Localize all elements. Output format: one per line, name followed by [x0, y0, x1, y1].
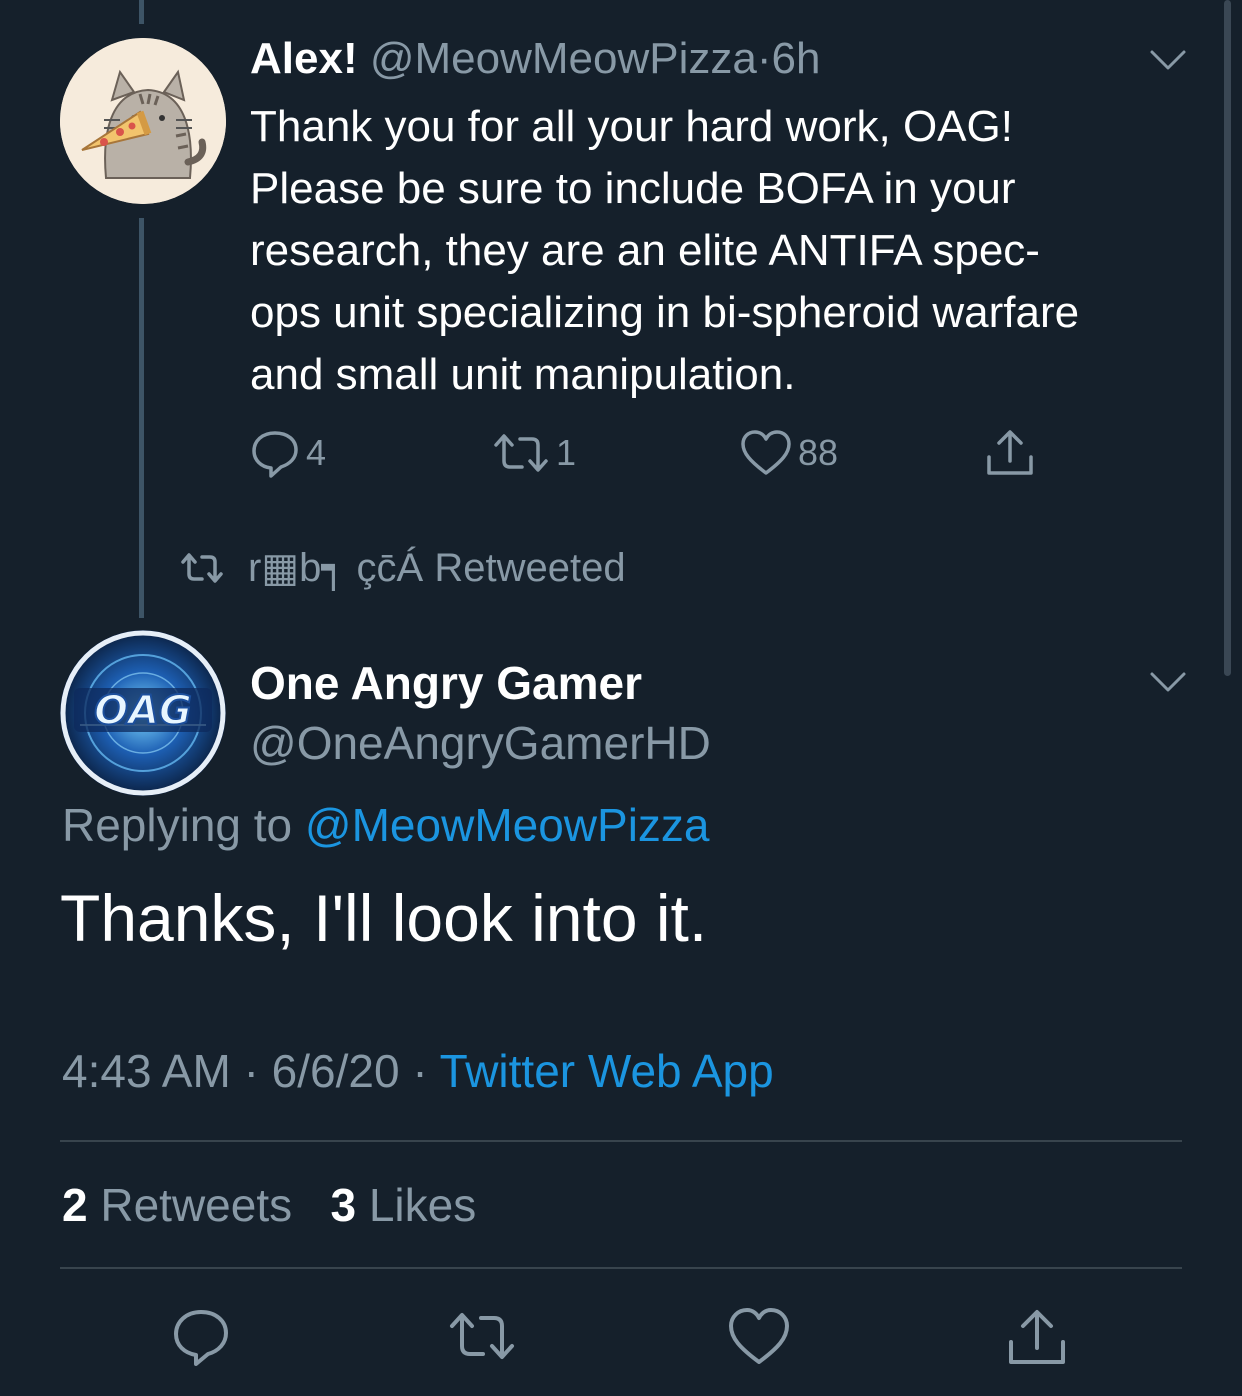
- display-name[interactable]: Alex!: [250, 34, 358, 83]
- reply-icon: [252, 431, 298, 478]
- likes-label: Likes: [368, 1179, 477, 1231]
- tweet-time[interactable]: 4:43 AM: [62, 1045, 231, 1097]
- retweet-small-icon: [181, 553, 223, 583]
- tweet-text-line: ops unit specializing in bi-spheroid war…: [250, 288, 1080, 337]
- retweet-icon: [494, 434, 548, 472]
- tweet-date[interactable]: 6/6/20: [272, 1045, 400, 1097]
- heart-icon[interactable]: [728, 1306, 790, 1368]
- reply-icon[interactable]: [170, 1306, 232, 1368]
- replying-to: Replying to @MeowMeowPizza: [62, 798, 710, 852]
- tweet-text-line: research, they are an elite ANTIFA spec-: [250, 226, 1040, 275]
- retweet-icon[interactable]: [447, 1306, 517, 1368]
- retweets-label: Retweets: [100, 1179, 293, 1231]
- share-icon: [987, 430, 1033, 475]
- divider: [60, 1267, 1182, 1269]
- likes-stat[interactable]: 3 Likes: [330, 1179, 476, 1231]
- like-count: 88: [798, 432, 839, 473]
- oag-logo-avatar: OAG: [60, 630, 226, 796]
- tweet-stats: 2 Retweets 3 Likes: [62, 1178, 476, 1232]
- likes-count: 3: [330, 1179, 357, 1231]
- tweet-text-line: and small unit manipulation.: [250, 350, 796, 399]
- retweeted-label: Retweeted: [434, 545, 626, 590]
- timestamp[interactable]: 6h: [771, 34, 820, 83]
- reply-count: 4: [306, 432, 327, 473]
- tweet-text-line: Thank you for all your hard work, OAG!: [250, 102, 1013, 151]
- separator: ·: [412, 1045, 428, 1097]
- thread-line-top: [139, 0, 144, 24]
- avatar[interactable]: OAG: [60, 630, 226, 796]
- tweet-text: Thank you for all your hard work, OAG! P…: [250, 96, 1210, 406]
- retweet-action[interactable]: 1: [492, 426, 576, 480]
- tweet-meta: 4:43 AM · 6/6/20 · Twitter Web App: [62, 1044, 774, 1098]
- heart-icon: [741, 430, 791, 475]
- separator: ·: [756, 34, 772, 83]
- share-icon[interactable]: [1006, 1306, 1068, 1368]
- thread-line: [139, 218, 144, 618]
- retweet-count: 1: [556, 432, 577, 473]
- tweet-text: Thanks, I'll look into it.: [60, 881, 708, 955]
- divider: [60, 1140, 1182, 1142]
- chevron-down-icon[interactable]: [1149, 670, 1187, 694]
- retweets-count: 2: [62, 1179, 88, 1231]
- retweets-stat[interactable]: 2 Retweets: [62, 1179, 292, 1231]
- retweeter-name: r▦b┑ çc̄Á: [248, 546, 424, 590]
- pusheen-cat-pizza-avatar: [60, 38, 226, 204]
- like-action[interactable]: 88: [740, 426, 838, 480]
- tweet-text-line: Please be sure to include BOFA in your: [250, 164, 1016, 213]
- display-name[interactable]: One Angry Gamer: [250, 656, 642, 710]
- retweeted-context[interactable]: r▦b┑ çc̄Á Retweeted: [180, 543, 626, 593]
- avatar[interactable]: [60, 38, 226, 204]
- parent-tweet-header: Alex! @MeowMeowPizza·6h: [250, 34, 820, 84]
- handle[interactable]: @MeowMeowPizza: [370, 34, 757, 83]
- scrollbar[interactable]: [1224, 0, 1231, 676]
- separator: ·: [243, 1045, 259, 1097]
- tweet-source-link[interactable]: Twitter Web App: [440, 1045, 774, 1097]
- reply-action[interactable]: 4: [250, 426, 326, 480]
- handle[interactable]: @OneAngryGamerHD: [250, 716, 711, 770]
- replying-prefix: Replying to: [62, 799, 293, 851]
- chevron-down-icon[interactable]: [1149, 48, 1187, 72]
- share-action[interactable]: [984, 426, 1036, 480]
- replying-to-link[interactable]: @MeowMeowPizza: [305, 799, 710, 851]
- avatar-logo-text: OAG: [94, 688, 192, 734]
